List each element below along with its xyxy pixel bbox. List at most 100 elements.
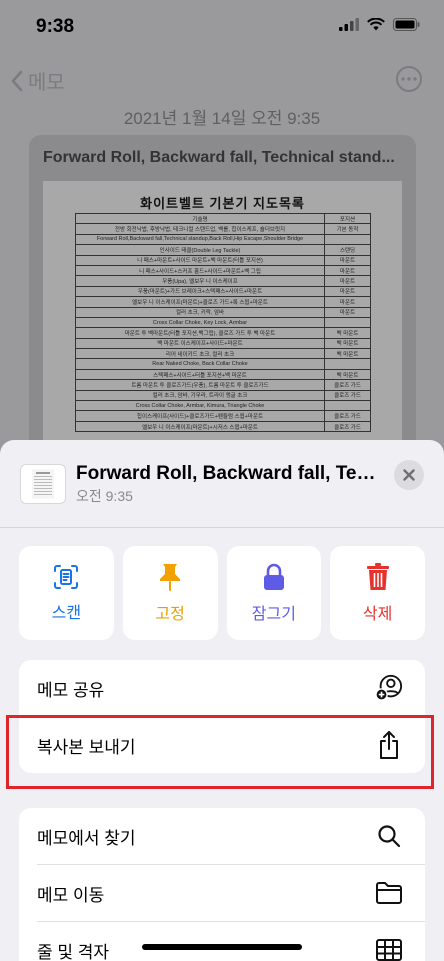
document-table-row: 힙이스케이프(사이드)+클로즈가드+펜듈럼 스윕+마운트 클로즈 가드 [75, 410, 371, 422]
sheet-title: Forward Roll, Backward fall, Tech... [76, 463, 376, 484]
ellipsis-icon [401, 77, 417, 81]
document-table-cell: 니 패스+사이드+스커프 홀드+사이드+마운트+백 그립 [75, 264, 325, 277]
document-table-cell: Cross Collar Choke, Key Lock, Armbar [75, 316, 325, 329]
document-table-cell: 엘보우 니 이스케이프(마운트)+시저스 스윕+마운트 [75, 420, 325, 433]
document-table-cell: Cross Collar Choke, Armbar, Kimura, Tria… [75, 400, 325, 412]
document-table-row: 백 마운트 이스케이프+사이드+마운트 백 마운트 [75, 337, 371, 350]
grid-icon [375, 936, 403, 961]
share-note-row[interactable]: 메모 공유 [19, 660, 425, 716]
document-table-cell: 트롬 마운트 투 클로즈가드(우풍), 트롬 마운트 투 클로즈가드 [75, 379, 325, 391]
document-table-cell: 마운트 [324, 275, 371, 287]
document-table-cell: 클로즈 가드 [324, 379, 371, 391]
quick-actions: 스캔 고정 잠그기 삭제 [19, 546, 425, 640]
document-table-row: 니 패스+마운트+사이드 마운트+백 마운트(터틀 포지션) 마운트 [75, 254, 371, 266]
document-table: 기술명 포지션 전방 회전낙법, 후방낙법, 테크니컬 스탠드업, 백롤, 힙이스케… [75, 212, 371, 433]
document-table-cell: 마운트 [324, 254, 371, 266]
document-table-cell: 전방 회전낙법, 후방낙법, 테크니컬 스탠드업, 백롤, 힙이스케프, 숄더브… [75, 223, 325, 235]
sheet-header: Forward Roll, Backward fall, Tech... 오전 … [0, 440, 444, 524]
document-table-cell: 클로즈 가드 [324, 389, 371, 402]
home-indicator[interactable] [142, 944, 302, 950]
nav-bar: 메모 [0, 60, 444, 100]
sheet-divider [0, 527, 444, 528]
pin-icon [160, 564, 181, 591]
signal-icon [339, 18, 359, 31]
wifi-icon [367, 18, 385, 31]
document-table-header-cell: 기술명 [75, 212, 325, 225]
document-table-cell: 니 패스+마운트+사이드 마운트+백 마운트(터틀 포지션) [75, 254, 325, 266]
document-title: 화이트벨트 기본기 지도목록 [140, 196, 305, 211]
search-icon [375, 822, 403, 850]
document-table-row: 컬러 초크, 키락, 암바 마운트 [75, 306, 371, 318]
document-table-cell: 마운트 [324, 306, 371, 318]
note-attachment-card[interactable]: Forward Roll, Backward fall, Technical s… [29, 135, 416, 455]
document-table-row: 리어 네이키드 초크, 컬러 초크 백 마운트 [75, 348, 371, 360]
document-table-cell: Rear Naked Choke, Back Collar Choke [75, 358, 325, 370]
note-date: 2021년 1월 14일 오전 9:35 [123, 109, 321, 128]
delete-button[interactable]: 삭제 [330, 546, 425, 640]
lock-label: 잠그기 [251, 606, 296, 623]
document-table-cell: 리어 네이키드 초크, 컬러 초크 [75, 348, 325, 360]
lines-grids-row[interactable]: 줄 및 격자 [19, 922, 425, 961]
close-button[interactable] [394, 460, 424, 490]
document-table-cell: 힙이스케이프(사이드)+클로즈가드+펜듈럼 스윕+마운트 [75, 410, 325, 422]
pin-label: 고정 [155, 606, 185, 623]
document-table-row: 우풍(마운트)+가드 브레이크+스텍패스+사이드+마운트 마운트 [75, 285, 371, 298]
more-button[interactable] [396, 66, 422, 92]
move-note-row[interactable]: 메모 이동 [19, 865, 425, 921]
document-table-cell: 마운트 [324, 296, 371, 308]
document-table-cell [324, 233, 371, 246]
back-label: 메모 [28, 72, 65, 94]
document-table-row: 니 패스+사이드+스커프 홀드+사이드+마운트+백 그립 마운트 [75, 264, 371, 277]
document-table-cell: 백 마운트 [324, 368, 371, 381]
document-table-cell: 컬러 초크, 키락, 암바 [75, 306, 325, 318]
document-table-cell: 클로즈 가드 [324, 420, 371, 433]
trash-icon [366, 563, 389, 590]
chevron-left-icon [11, 70, 23, 91]
status-icons [339, 18, 420, 31]
find-in-note-row[interactable]: 메모에서 찾기 [19, 808, 425, 864]
document-thumbnail-icon [32, 469, 54, 499]
document-table-cell: 스탠딩 [324, 244, 371, 256]
move-note-label: 메모 이동 [37, 885, 105, 905]
back-button[interactable]: 메모 [10, 66, 65, 95]
close-icon [403, 469, 415, 481]
document-table-cell: 백 마운트 [324, 327, 371, 339]
document-table-row: Cross Collar Choke, Key Lock, Armbar [75, 316, 371, 329]
document-table-cell [324, 400, 371, 412]
scan-label: 스캔 [51, 605, 82, 622]
note-card-title: Forward Roll, Backward fall, Technical s… [43, 149, 395, 166]
document-table-cell: 컬러 초크, 암바, 기무라, 트라이 앵글 초크 [75, 389, 325, 402]
document-table-cell: 우풍(마운트)+가드 브레이크+스텍패스+사이드+마운트 [75, 285, 325, 298]
document-table-header: 기술명 포지션 [75, 212, 371, 225]
document-table-row: 우풍(Upa), 엘보우 니 이스케이프 마운트 [75, 275, 371, 287]
status-bar: 9:38 [0, 0, 444, 54]
document-table-cell: 엘보우 니 이스케이프(마운트)+클로즈 가드+록 스윕+마운트 [75, 296, 325, 308]
share-note-label: 메모 공유 [37, 680, 105, 700]
document-table-row: 엘보우 니 이스케이프(마운트)+클로즈 가드+록 스윕+마운트 마운트 [75, 296, 371, 308]
lock-button[interactable]: 잠그기 [226, 546, 322, 640]
pin-button[interactable]: 고정 [122, 546, 218, 640]
find-in-note-label: 메모에서 찾기 [37, 828, 136, 848]
status-time: 9:38 [36, 16, 75, 37]
lock-icon [263, 563, 284, 590]
document-table-row: 전방 회전낙법, 후방낙법, 테크니컬 스탠드업, 백롤, 힙이스케프, 숄더브… [75, 223, 371, 235]
note-options-list: 메모에서 찾기 메모 이동 줄 및 격자 [19, 808, 425, 961]
note-thumbnail [20, 464, 66, 504]
document-table-cell: 백 마운트 [324, 348, 371, 360]
delete-label: 삭제 [362, 606, 393, 623]
document-table-cell [324, 316, 371, 329]
document-table-cell: 인사이드 태클(Double Leg Tackle) [75, 244, 325, 256]
document-table-row: 마운트 투 백마운트(터틀 포지션,백그립), 클로즈 가드 투 백 마운트 백 … [75, 327, 371, 339]
document-table-cell: 백 마운트 [324, 337, 371, 350]
document-table-cell: 클로즈 가드 [324, 410, 371, 422]
lines-grids-label: 줄 및 격자 [37, 942, 110, 961]
document-table-row: 트롬 마운트 투 클로즈가드(우풍), 트롬 마운트 투 클로즈가드 클로즈 가드 [75, 379, 371, 391]
scan-button[interactable]: 스캔 [19, 546, 114, 640]
document-table-row: Forward Roll,Backward fall,Technical sta… [75, 233, 371, 246]
document-table-cell: 우풍(Upa), 엘보우 니 이스케이프 [75, 275, 325, 287]
document-table-cell: Forward Roll,Backward fall,Technical sta… [75, 233, 325, 246]
document-table-row: 컬러 초크, 암바, 기무라, 트라이 앵글 초크 클로즈 가드 [75, 389, 371, 402]
highlight-box [6, 715, 434, 789]
document-table-cell: 마운트 투 백마운트(터틀 포지션,백그립), 클로즈 가드 투 백 마운트 [75, 327, 325, 339]
folder-icon [375, 879, 403, 907]
